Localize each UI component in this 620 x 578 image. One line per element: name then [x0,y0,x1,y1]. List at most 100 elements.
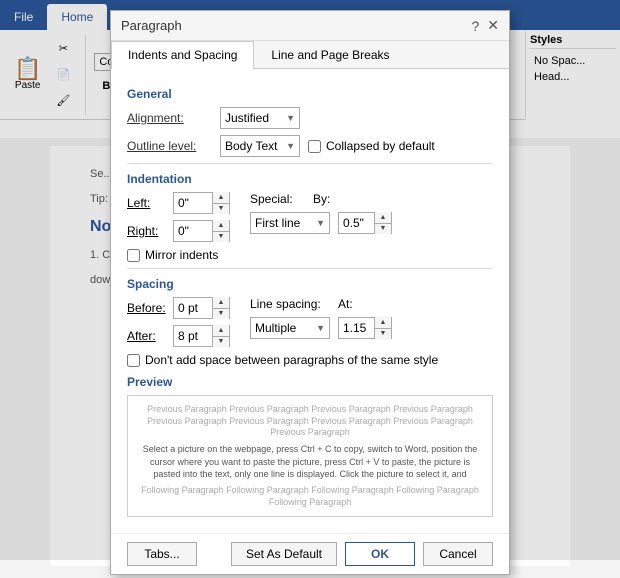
after-up[interactable]: ▲ [213,325,229,337]
general-section-header: General [127,87,493,101]
set-default-button[interactable]: Set As Default [231,542,337,566]
collapsed-checkbox[interactable] [308,140,321,153]
preview-next-para: Following Paragraph Following Paragraph … [136,485,484,508]
special-values-row: First line ▼ ▲ ▼ [250,212,392,234]
by-up[interactable]: ▲ [375,212,391,224]
before-up[interactable]: ▲ [213,297,229,309]
dialog-titlebar: Paragraph ? ✕ [111,11,509,41]
dialog-title: Paragraph [121,18,182,33]
preview-box: Previous Paragraph Previous Paragraph Pr… [127,395,493,517]
before-field[interactable] [174,298,212,318]
special-select[interactable]: First line ▼ [250,212,330,234]
outline-label: Outline level: [127,139,212,153]
at-down[interactable]: ▼ [375,329,391,340]
no-add-space-checkbox[interactable] [127,354,140,367]
after-input: ▲ ▼ [173,325,230,347]
alignment-value: Justified [225,111,269,125]
right-indent-row: Right: ▲ ▼ [127,220,230,242]
line-spacing-container: Line spacing: At: Multiple ▼ ▲ ▼ [250,297,392,347]
mirror-checkbox[interactable] [127,249,140,262]
outline-row: Outline level: Body Text ▼ Collapsed by … [127,135,493,157]
left-indent-row: Left: ▲ ▼ [127,192,230,214]
by-field[interactable] [339,213,374,233]
before-label: Before: [127,301,167,315]
line-spacing-select[interactable]: Multiple ▼ [250,317,330,339]
by-spinners: ▲ ▼ [374,212,391,234]
indentation-container: Left: ▲ ▼ Right: ▲ [127,192,493,242]
before-row: Before: ▲ ▼ [127,297,230,319]
at-field[interactable] [339,318,374,338]
outline-arrow-icon: ▼ [286,141,295,151]
line-spacing-values-row: Multiple ▼ ▲ ▼ [250,317,392,339]
no-add-space-row: Don't add space between paragraphs of th… [127,353,493,367]
right-indent-down[interactable]: ▼ [213,232,229,243]
left-indent-field[interactable] [174,193,212,213]
alignment-arrow-icon: ▼ [286,113,295,123]
outline-select[interactable]: Body Text ▼ [220,135,300,157]
preview-section-header: Preview [127,375,493,389]
special-value: First line [255,216,300,230]
dialog-body: General Alignment: Justified ▼ Outline l… [111,69,509,533]
after-field[interactable] [174,326,212,346]
special-arrow-icon: ▼ [316,218,325,228]
alignment-row: Alignment: Justified ▼ [127,107,493,129]
mirror-row: Mirror indents [127,248,493,262]
left-indent-up[interactable]: ▲ [213,192,229,204]
dialog-footer: Tabs... Set As Default OK Cancel [111,533,509,574]
right-indent-input: ▲ ▼ [173,220,230,242]
alignment-label: Alignment: [127,111,212,125]
by-down[interactable]: ▼ [375,224,391,235]
line-spacing-value: Multiple [255,321,296,335]
at-up[interactable]: ▲ [375,317,391,329]
at-spin-input: ▲ ▼ [338,317,392,339]
left-indent-input: ▲ ▼ [173,192,230,214]
left-indent-spinners: ▲ ▼ [212,192,229,214]
special-indentation: Special: By: First line ▼ ▲ ▼ [250,192,392,242]
before-down[interactable]: ▼ [213,309,229,320]
line-spacing-arrow-icon: ▼ [316,323,325,333]
paragraph-dialog: Paragraph ? ✕ Indents and Spacing Line a… [110,10,510,575]
after-row: After: ▲ ▼ [127,325,230,347]
mirror-checkbox-row: Mirror indents [127,248,218,262]
left-indent-down[interactable]: ▼ [213,204,229,215]
line-spacing-header-row: Line spacing: At: [250,297,392,311]
mirror-label: Mirror indents [145,248,218,262]
alignment-select[interactable]: Justified ▼ [220,107,300,129]
by-label: By: [313,192,333,206]
tab-indents-spacing[interactable]: Indents and Spacing [111,41,254,69]
lr-indentation: Left: ▲ ▼ Right: ▲ [127,192,230,242]
right-label: Right: [127,224,167,238]
right-indent-spinners: ▲ ▼ [212,220,229,242]
collapsed-label: Collapsed by default [326,139,435,153]
special-row: Special: By: [250,192,392,206]
tab-line-page-breaks[interactable]: Line and Page Breaks [254,41,406,68]
close-icon[interactable]: ✕ [487,17,499,34]
at-label: At: [338,297,358,311]
after-label: After: [127,329,167,343]
left-label: Left: [127,196,167,210]
line-spacing-label: Line spacing: [250,297,330,311]
spacing-container: Before: ▲ ▼ After: ▲ [127,297,493,347]
divider-1 [127,163,493,164]
by-spin-input: ▲ ▼ [338,212,392,234]
special-label: Special: [250,192,305,206]
preview-prev-para: Previous Paragraph Previous Paragraph Pr… [136,404,484,439]
at-spinners: ▲ ▼ [374,317,391,339]
right-indent-field[interactable] [174,221,212,241]
dialog-controls: ? ✕ [471,17,499,34]
ok-button[interactable]: OK [345,542,415,566]
preview-main-para: Select a picture on the webpage, press C… [136,443,484,481]
no-add-space-checkbox-row: Don't add space between paragraphs of th… [127,353,438,367]
divider-2 [127,268,493,269]
after-down[interactable]: ▼ [213,337,229,348]
before-input: ▲ ▼ [173,297,230,319]
tabs-button[interactable]: Tabs... [127,542,197,566]
before-after-spacing: Before: ▲ ▼ After: ▲ [127,297,230,347]
no-add-space-label: Don't add space between paragraphs of th… [145,353,438,367]
help-icon[interactable]: ? [471,18,479,34]
collapsed-checkbox-row: Collapsed by default [308,139,435,153]
cancel-button[interactable]: Cancel [423,542,493,566]
right-indent-up[interactable]: ▲ [213,220,229,232]
before-spinners: ▲ ▼ [212,297,229,319]
spacing-section-header: Spacing [127,277,493,291]
